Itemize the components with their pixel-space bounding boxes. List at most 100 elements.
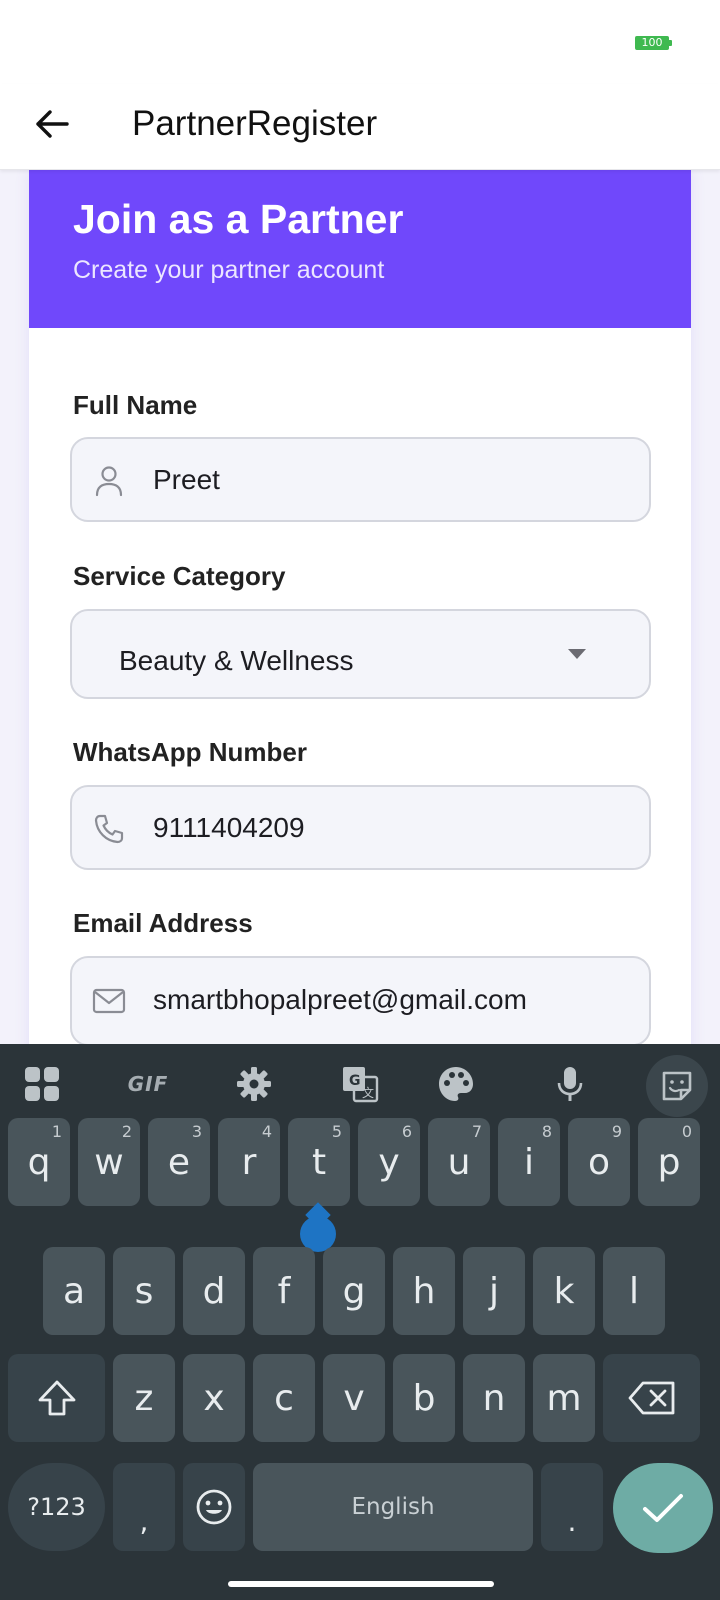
key-w-hint: 2 <box>121 1122 132 1141</box>
card-header: Join as a Partner Create your partner ac… <box>29 170 691 328</box>
shift-key[interactable] <box>8 1354 105 1442</box>
microphone-icon[interactable] <box>540 1054 600 1114</box>
palette-icon[interactable] <box>426 1054 486 1114</box>
email-value: smartbhopalpreet@gmail.com <box>153 984 527 1015</box>
key-p-hint: 0 <box>681 1122 692 1141</box>
key-t[interactable]: t5 <box>288 1118 350 1206</box>
key-e[interactable]: e3 <box>148 1118 210 1206</box>
key-e-hint: 3 <box>191 1122 202 1141</box>
key-u[interactable]: u7 <box>428 1118 490 1206</box>
mail-icon <box>92 984 126 1018</box>
sticker-icon <box>662 1071 692 1101</box>
key-x[interactable]: x <box>183 1354 245 1442</box>
key-r[interactable]: r4 <box>218 1118 280 1206</box>
key-z[interactable]: z <box>113 1354 175 1442</box>
key-n[interactable]: n <box>463 1354 525 1442</box>
key-k[interactable]: k <box>533 1247 595 1335</box>
key-u-hint: 7 <box>471 1122 482 1141</box>
sticker-button[interactable] <box>646 1055 708 1117</box>
keyboard-toolbar: GIF G 文 <box>0 1044 720 1124</box>
card-subtitle: Create your partner account <box>73 256 385 284</box>
key-i-label: i <box>523 1141 534 1183</box>
period-label: . <box>567 1504 577 1538</box>
key-p-label: p <box>657 1141 681 1183</box>
key-g[interactable]: g <box>323 1247 385 1335</box>
key-i[interactable]: i8 <box>498 1118 560 1206</box>
key-w-label: w <box>94 1141 124 1183</box>
key-w[interactable]: w2 <box>78 1118 140 1206</box>
full-name-label: Full Name <box>73 390 198 420</box>
arrow-left-icon <box>36 110 69 138</box>
gesture-nav-handle[interactable] <box>228 1581 494 1587</box>
key-l[interactable]: l <box>603 1247 665 1335</box>
key-f[interactable]: f <box>253 1247 315 1335</box>
phone-icon <box>92 812 126 846</box>
svg-text:文: 文 <box>362 1085 374 1100</box>
key-o-label: o <box>587 1141 611 1183</box>
person-icon <box>92 464 126 498</box>
apps-grid-icon[interactable] <box>12 1054 72 1114</box>
key-o-hint: 9 <box>611 1122 622 1141</box>
symbols-key[interactable]: ?123 <box>8 1463 105 1551</box>
caret-down-icon <box>568 649 586 659</box>
comma-key[interactable]: , <box>113 1463 175 1551</box>
key-y-hint: 6 <box>401 1122 412 1141</box>
key-r-label: r <box>241 1141 257 1183</box>
key-p[interactable]: p0 <box>638 1118 700 1206</box>
service-category-label: Service Category <box>73 561 286 591</box>
key-y-label: y <box>378 1141 400 1183</box>
space-key[interactable]: English <box>253 1463 533 1551</box>
checkmark-icon <box>643 1494 683 1522</box>
key-q-label: q <box>27 1141 51 1183</box>
status-bar: 100 <box>0 0 720 84</box>
full-name-value: Preet <box>153 464 220 495</box>
whatsapp-field[interactable]: 9111404209 <box>70 785 651 870</box>
key-m[interactable]: m <box>533 1354 595 1442</box>
key-s[interactable]: s <box>113 1247 175 1335</box>
emoji-key[interactable] <box>183 1463 245 1551</box>
emoji-icon <box>196 1489 232 1525</box>
form-scroll-area[interactable]: Join as a Partner Create your partner ac… <box>0 170 720 1044</box>
space-label: English <box>351 1494 435 1520</box>
shift-icon <box>38 1380 75 1416</box>
translate-icon[interactable]: G 文 <box>330 1054 390 1114</box>
registration-card: Join as a Partner Create your partner ac… <box>29 170 691 1044</box>
backspace-icon <box>628 1381 674 1415</box>
key-u-label: u <box>447 1141 471 1183</box>
key-q-hint: 1 <box>51 1122 62 1141</box>
gif-button[interactable]: GIF <box>118 1054 178 1114</box>
key-d[interactable]: d <box>183 1247 245 1335</box>
key-c[interactable]: c <box>253 1354 315 1442</box>
key-a[interactable]: a <box>43 1247 105 1335</box>
key-h[interactable]: h <box>393 1247 455 1335</box>
key-i-hint: 8 <box>541 1122 552 1141</box>
gear-icon[interactable] <box>224 1054 284 1114</box>
key-r-hint: 4 <box>261 1122 272 1141</box>
key-v[interactable]: v <box>323 1354 385 1442</box>
gif-label: GIF <box>127 1072 169 1096</box>
enter-button[interactable] <box>613 1463 713 1553</box>
backspace-key[interactable] <box>603 1354 700 1442</box>
key-b[interactable]: b <box>393 1354 455 1442</box>
back-button[interactable] <box>26 98 78 150</box>
comma-label: , <box>139 1504 149 1538</box>
key-t-hint: 5 <box>331 1122 342 1141</box>
full-name-field[interactable]: Preet <box>70 437 651 522</box>
whatsapp-label: WhatsApp Number <box>73 737 307 767</box>
page-title: PartnerRegister <box>132 104 378 143</box>
symbols-label: ?123 <box>27 1493 86 1521</box>
key-o[interactable]: o9 <box>568 1118 630 1206</box>
service-category-value: Beauty & Wellness <box>119 645 354 676</box>
whatsapp-value: 9111404209 <box>153 812 305 843</box>
key-y[interactable]: y6 <box>358 1118 420 1206</box>
card-title: Join as a Partner <box>73 196 404 242</box>
app-bar: PartnerRegister <box>0 84 720 170</box>
key-q[interactable]: q1 <box>8 1118 70 1206</box>
email-label: Email Address <box>73 908 253 938</box>
service-category-select[interactable]: Beauty & Wellness <box>70 609 651 699</box>
period-key[interactable]: . <box>541 1463 603 1551</box>
email-field[interactable]: smartbhopalpreet@gmail.com <box>70 956 651 1044</box>
key-j[interactable]: j <box>463 1247 525 1335</box>
svg-text:G: G <box>349 1073 361 1089</box>
key-e-label: e <box>167 1141 191 1183</box>
